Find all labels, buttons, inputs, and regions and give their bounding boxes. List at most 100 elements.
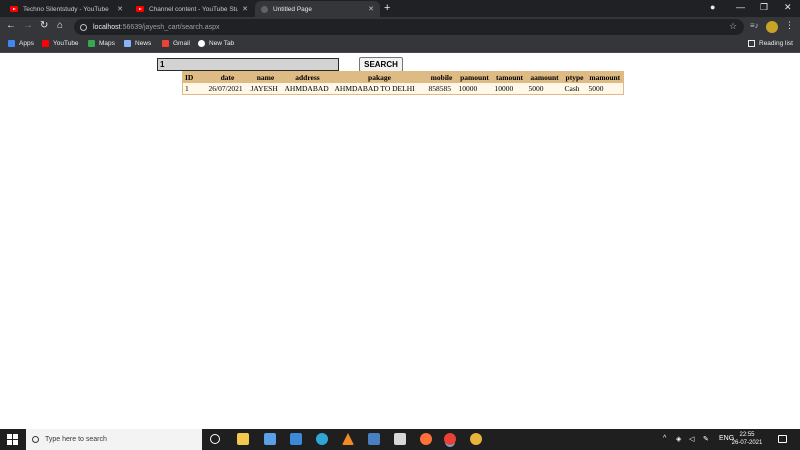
bookmark-label: Apps [19, 40, 34, 47]
bookmark-gmail[interactable]: Gmail [162, 40, 190, 47]
reading-list-button[interactable]: Reading list [748, 40, 793, 47]
store-icon[interactable] [394, 433, 406, 445]
close-tab-icon[interactable]: ✕ [242, 5, 248, 13]
profile-avatar[interactable] [766, 21, 778, 33]
search-icon [32, 436, 39, 443]
bookmark-label: News [135, 40, 152, 47]
youtube-icon [136, 6, 144, 12]
close-tab-icon[interactable]: ✕ [368, 5, 374, 13]
vlc-icon[interactable] [342, 433, 354, 445]
search-input[interactable] [157, 58, 339, 71]
forward-button[interactable]: → [23, 20, 33, 32]
tray-chevron-icon[interactable]: ^ [663, 435, 666, 442]
news-icon [124, 40, 131, 47]
column-header-mamount: mamount [586, 71, 624, 83]
url-path: :56639/jayesh_cart/search.aspx [120, 23, 220, 31]
cell-aamount: 5000 [526, 82, 563, 95]
system-clock[interactable]: 22:55 26-07-2021 [730, 431, 764, 447]
column-header-pakage: pakage [332, 71, 427, 83]
chrome-options-icon[interactable]: ● [710, 2, 715, 12]
tab-title: Untitled Page [273, 5, 313, 13]
close-tab-icon[interactable]: ✕ [117, 5, 123, 13]
bookmark-youtube[interactable]: YouTube [42, 40, 79, 47]
minimize-button[interactable]: — [736, 2, 745, 12]
bookmark-maps[interactable]: Maps [88, 40, 115, 47]
chrome-menu-icon[interactable]: ⋮ [785, 20, 794, 31]
cell-mamount: 5000 [586, 82, 624, 95]
close-window-button[interactable]: ✕ [784, 2, 792, 13]
tab-title: Techno Silentstudy - YouTube [23, 5, 109, 13]
search-button[interactable]: SEARCH [359, 57, 403, 72]
results-table: ID date name address pakage mobile pamou… [182, 71, 624, 95]
column-header-ptype: ptype [562, 71, 587, 83]
reading-list-label: Reading list [759, 40, 793, 47]
file-explorer-icon[interactable] [237, 433, 249, 445]
windows-taskbar: Type here to search ^ ◈ ◁ ✎ ENG 22:55 26… [0, 429, 800, 450]
reading-list-icon [748, 40, 755, 47]
column-header-mobile: mobile [426, 71, 457, 83]
task-view-icon[interactable] [210, 434, 220, 444]
cell-id: 1 [182, 82, 207, 95]
column-header-date: date [206, 71, 249, 83]
firefox-icon[interactable] [420, 433, 432, 445]
bookmark-label: YouTube [53, 40, 79, 47]
bookmark-label: Maps [99, 40, 115, 47]
site-info-icon[interactable] [80, 23, 87, 31]
maps-icon [88, 40, 95, 47]
bookmark-star-icon[interactable]: ☆ [729, 21, 737, 32]
browser-toolbar: ← → ↻ ⌂ localhost:56639/jayesh_cart/sear… [0, 17, 800, 37]
python-icon[interactable] [368, 433, 380, 445]
globe-icon [198, 40, 205, 47]
table-row: 1 26/07/2021 JAYESH AHMDABAD AHMDABAD TO… [182, 82, 624, 95]
clock-time: 22:55 [739, 432, 755, 438]
clock-date: 26-07-2021 [731, 440, 763, 446]
taskbar-search-box[interactable]: Type here to search [26, 429, 202, 450]
bookmark-news[interactable]: News [124, 40, 151, 47]
gmail-icon [162, 40, 169, 47]
browser-title-bar: Techno Silentstudy - YouTube ✕ Channel c… [0, 0, 800, 17]
edge-icon[interactable] [316, 433, 328, 445]
bookmark-apps[interactable]: Apps [8, 40, 34, 47]
new-tab-button[interactable]: + [384, 2, 390, 14]
windows-start-icon[interactable] [7, 434, 18, 445]
globe-icon [261, 5, 268, 13]
media-controls-icon[interactable]: ≡♪ [750, 21, 759, 30]
tab-techno-silentstudy[interactable]: Techno Silentstudy - YouTube ✕ [4, 1, 129, 17]
tray-network-icon[interactable]: ◈ [676, 435, 681, 443]
other-app-icon[interactable] [470, 433, 482, 445]
back-button[interactable]: ← [6, 20, 16, 32]
cell-ptype: Cash [562, 82, 587, 95]
tab-channel-content[interactable]: Channel content - YouTube Studio ✕ [130, 1, 254, 17]
pen-icon[interactable]: ✎ [703, 435, 709, 443]
header-row: ID date name address pakage mobile pamou… [182, 71, 624, 83]
taskbar-search-placeholder: Type here to search [45, 436, 107, 443]
reload-button[interactable]: ↻ [40, 20, 48, 32]
column-header-aamount: aamount [526, 71, 563, 83]
page-content: SEARCH ID date name address pakage mobil… [0, 53, 800, 429]
cell-pamount: 10000 [456, 82, 493, 95]
bookmark-new-tab[interactable]: New Tab [198, 40, 234, 47]
cell-pakage: AHMDABAD TO DELHI [332, 82, 427, 95]
column-header-id: ID [182, 71, 207, 83]
speaker-icon[interactable]: ◁ [689, 435, 694, 443]
cell-date: 26/07/2021 [206, 82, 249, 95]
tab-title: Channel content - YouTube Studio [149, 5, 239, 13]
notification-icon[interactable] [778, 435, 787, 443]
column-header-pamount: pamount [456, 71, 493, 83]
cell-name: JAYESH [248, 82, 283, 95]
youtube-icon [42, 40, 49, 47]
column-header-tamount: tamount [492, 71, 527, 83]
column-header-address: address [282, 71, 333, 83]
cell-mobile: 858585 [426, 82, 457, 95]
address-bar[interactable]: localhost:56639/jayesh_cart/search.aspx [74, 19, 744, 35]
home-button[interactable]: ⌂ [57, 20, 63, 32]
bookmarks-bar: Apps YouTube Maps News Gmail New Tab Rea… [0, 37, 800, 53]
mail-icon[interactable] [290, 433, 302, 445]
apps-grid-icon [8, 40, 15, 47]
bookmark-label: Gmail [173, 40, 190, 47]
chrome-icon[interactable] [444, 433, 456, 445]
tab-untitled-page[interactable]: Untitled Page ✕ [255, 1, 380, 17]
download-app-icon[interactable] [264, 433, 276, 445]
column-header-name: name [248, 71, 283, 83]
maximize-button[interactable]: ❐ [760, 2, 768, 13]
